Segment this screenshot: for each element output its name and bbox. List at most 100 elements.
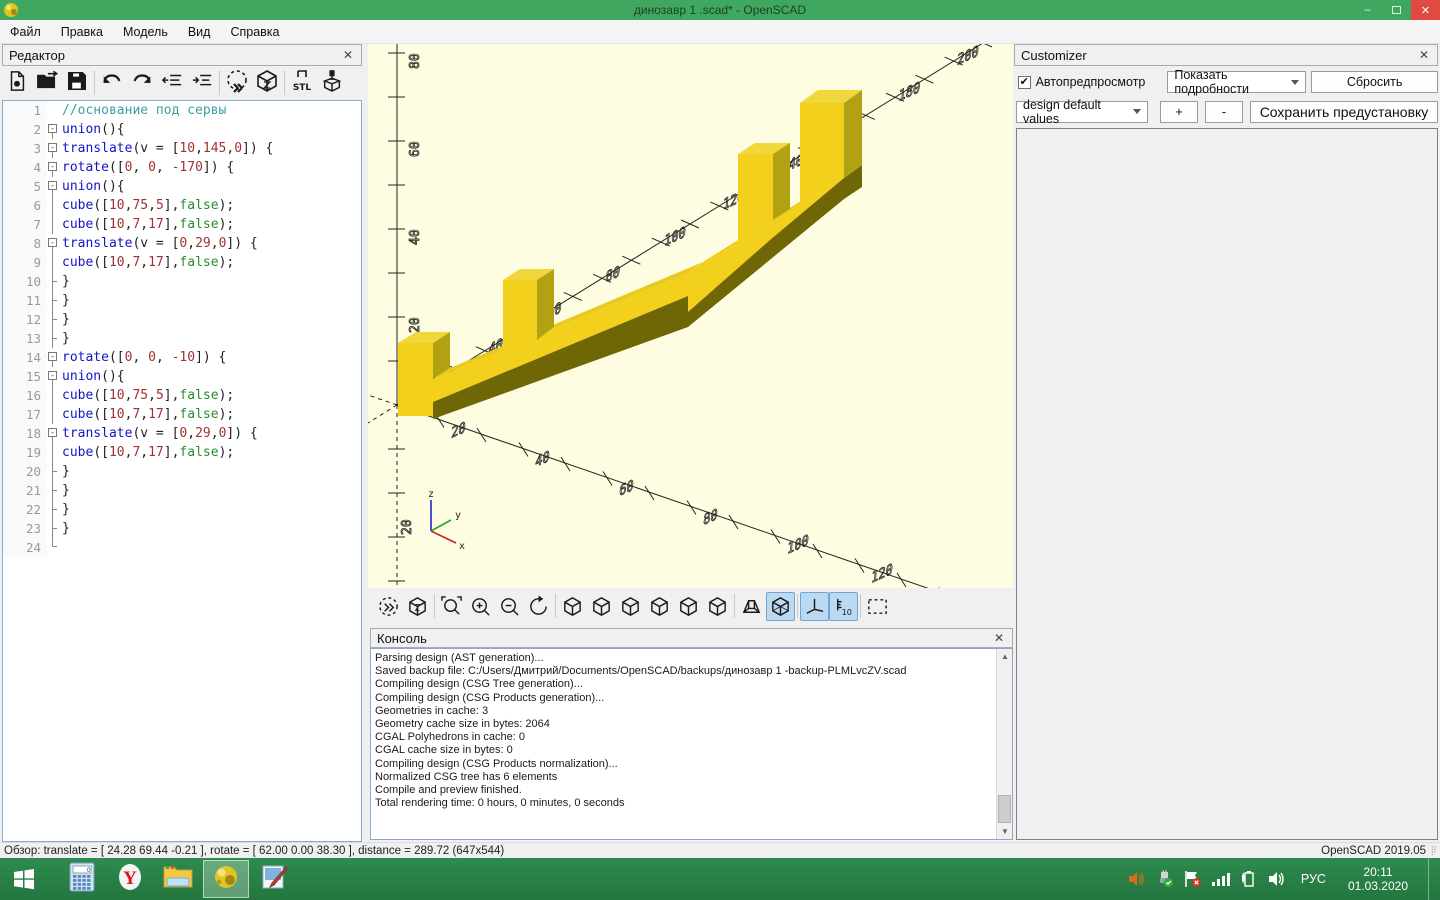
- code-line[interactable]: 3-translate(v = [10,145,0]) {: [3, 139, 361, 158]
- start-button[interactable]: [0, 858, 48, 900]
- details-dropdown[interactable]: Показать подробности: [1167, 71, 1306, 93]
- fold-marker[interactable]: -: [47, 234, 62, 253]
- fold-marker[interactable]: -: [47, 120, 62, 139]
- print-model-button[interactable]: [317, 68, 347, 98]
- open-file-button[interactable]: [32, 68, 62, 98]
- fold-marker[interactable]: [47, 272, 62, 291]
- fold-marker[interactable]: [47, 101, 62, 120]
- console-close-icon[interactable]: ✕: [992, 631, 1006, 645]
- network-signal-icon[interactable]: [1211, 869, 1231, 889]
- volume-mixer-icon[interactable]: [1127, 869, 1147, 889]
- taskbar-app-paint[interactable]: [251, 860, 297, 898]
- fold-marker[interactable]: [47, 500, 62, 519]
- minimize-button[interactable]: –: [1353, 0, 1382, 20]
- code-line[interactable]: 9cube([10,7,17],false);: [3, 253, 361, 272]
- maximize-button[interactable]: [1382, 0, 1411, 20]
- fold-marker[interactable]: [47, 253, 62, 272]
- resize-grip[interactable]: ⡿: [1430, 845, 1438, 856]
- code-line[interactable]: 21}: [3, 481, 361, 500]
- save-file-button[interactable]: [62, 68, 92, 98]
- fold-marker[interactable]: [47, 310, 62, 329]
- fold-marker[interactable]: -: [47, 348, 62, 367]
- editor-close-icon[interactable]: ✕: [341, 48, 355, 62]
- code-line[interactable]: 15-union(){: [3, 367, 361, 386]
- taskbar-app-yandex-browser[interactable]: Y: [107, 860, 153, 898]
- fold-marker[interactable]: [47, 215, 62, 234]
- fold-marker[interactable]: [47, 196, 62, 215]
- fold-marker[interactable]: [47, 462, 62, 481]
- redo-button[interactable]: [127, 68, 157, 98]
- code-editor[interactable]: 1//основание под сервы2-union(){3-transl…: [2, 100, 362, 842]
- code-line[interactable]: 20}: [3, 462, 361, 481]
- show-desktop-button[interactable]: [1428, 858, 1434, 900]
- new-file-button[interactable]: [2, 68, 32, 98]
- fold-marker[interactable]: [47, 481, 62, 500]
- view-bottom-button[interactable]: [616, 592, 645, 621]
- code-line[interactable]: 22}: [3, 500, 361, 519]
- clock[interactable]: 20:11 01.03.2020: [1340, 865, 1416, 893]
- fold-marker[interactable]: -: [47, 367, 62, 386]
- customizer-close-icon[interactable]: ✕: [1417, 48, 1431, 62]
- add-preset-button[interactable]: +: [1160, 101, 1198, 123]
- unindent-button[interactable]: [157, 68, 187, 98]
- 3d-viewport[interactable]: 2040608020204060801001201401601802002040…: [368, 44, 1013, 588]
- menu-item-4[interactable]: Справка: [220, 22, 289, 42]
- code-line[interactable]: 7cube([10,7,17],false);: [3, 215, 361, 234]
- zoom-in-button[interactable]: [466, 592, 495, 621]
- fold-marker[interactable]: -: [47, 424, 62, 443]
- preset-dropdown[interactable]: design default values: [1016, 101, 1148, 123]
- code-line[interactable]: 10}: [3, 272, 361, 291]
- view-front-button[interactable]: [674, 592, 703, 621]
- fold-marker[interactable]: [47, 386, 62, 405]
- undo-button[interactable]: [97, 68, 127, 98]
- autopreview-checkbox[interactable]: ✔: [1018, 76, 1031, 89]
- code-line[interactable]: 24: [3, 538, 361, 557]
- scroll-down-icon[interactable]: ▼: [997, 824, 1013, 839]
- speaker-icon[interactable]: [1267, 869, 1287, 889]
- reset-view-button[interactable]: [524, 592, 553, 621]
- view-left-button[interactable]: [645, 592, 674, 621]
- scrollbar-thumb[interactable]: [998, 795, 1011, 823]
- code-line[interactable]: 23}: [3, 519, 361, 538]
- console-scrollbar[interactable]: ▲ ▼: [996, 649, 1012, 839]
- taskbar-app-file-explorer[interactable]: [155, 860, 201, 898]
- console-log[interactable]: Parsing design (AST generation)...Saved …: [370, 648, 1013, 840]
- view-perspective-button[interactable]: [737, 592, 766, 621]
- code-line[interactable]: 1//основание под сервы: [3, 101, 361, 120]
- menu-item-1[interactable]: Правка: [51, 22, 113, 42]
- menu-item-0[interactable]: Файл: [0, 22, 51, 42]
- render-button[interactable]: [252, 68, 282, 98]
- preview-button[interactable]: [222, 68, 252, 98]
- view-all-button[interactable]: [863, 592, 892, 621]
- fold-marker[interactable]: [47, 443, 62, 462]
- menu-item-2[interactable]: Модель: [113, 22, 178, 42]
- preview-button[interactable]: [374, 592, 403, 621]
- code-line[interactable]: 18-translate(v = [0,29,0]) {: [3, 424, 361, 443]
- fold-marker[interactable]: -: [47, 158, 62, 177]
- battery-icon[interactable]: [1239, 869, 1259, 889]
- view-right-button[interactable]: [558, 592, 587, 621]
- fold-marker[interactable]: -: [47, 139, 62, 158]
- zoom-out-button[interactable]: [495, 592, 524, 621]
- show-scale-button[interactable]: 10: [829, 592, 858, 621]
- taskbar-app-calculator[interactable]: 0: [59, 860, 105, 898]
- language-indicator[interactable]: РУС: [1295, 872, 1332, 886]
- fold-marker[interactable]: [47, 519, 62, 538]
- show-axes-button[interactable]: [800, 592, 829, 621]
- code-line[interactable]: 19cube([10,7,17],false);: [3, 443, 361, 462]
- taskbar-app-openscad[interactable]: [203, 860, 249, 898]
- code-line[interactable]: 5-union(){: [3, 177, 361, 196]
- fold-marker[interactable]: [47, 329, 62, 348]
- action-center-flag-icon[interactable]: [1183, 869, 1203, 889]
- fold-marker[interactable]: -: [47, 177, 62, 196]
- code-line[interactable]: 13}: [3, 329, 361, 348]
- code-line[interactable]: 14-rotate([0, 0, -10]) {: [3, 348, 361, 367]
- code-line[interactable]: 17cube([10,7,17],false);: [3, 405, 361, 424]
- code-line[interactable]: 2-union(){: [3, 120, 361, 139]
- zoom-frame-button[interactable]: [437, 592, 466, 621]
- code-line[interactable]: 4-rotate([0, 0, -170]) {: [3, 158, 361, 177]
- indent-button[interactable]: [187, 68, 217, 98]
- render-button[interactable]: [403, 592, 432, 621]
- usb-safely-remove-icon[interactable]: [1155, 869, 1175, 889]
- view-back-button[interactable]: [703, 592, 732, 621]
